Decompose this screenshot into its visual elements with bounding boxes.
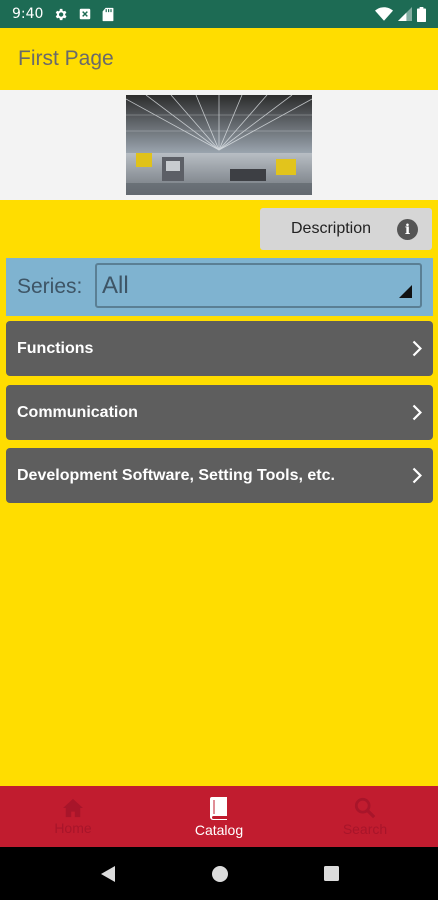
recents-icon[interactable] xyxy=(323,866,339,881)
description-button[interactable]: Description i xyxy=(260,208,432,250)
battery-icon xyxy=(417,6,426,22)
series-label: Series: xyxy=(17,275,83,298)
nav-search-label: Search xyxy=(342,820,388,837)
search-icon xyxy=(354,797,376,818)
screenshot-icon xyxy=(78,7,92,21)
chevron-right-icon xyxy=(412,404,422,421)
nav-search[interactable]: Search xyxy=(292,786,438,847)
chevron-right-icon xyxy=(412,340,422,357)
menu-item-development-software[interactable]: Development Software, Setting Tools, etc… xyxy=(6,448,433,503)
home-circle-icon[interactable] xyxy=(211,865,228,882)
menu-item-functions[interactable]: Functions xyxy=(6,321,433,376)
status-bar: 9:40 xyxy=(0,0,438,28)
sd-card-icon xyxy=(102,7,114,22)
series-dropdown[interactable]: All xyxy=(95,263,422,308)
wifi-icon xyxy=(375,7,393,21)
series-selected-value: All xyxy=(102,271,129,299)
book-icon xyxy=(210,796,227,820)
menu-item-label: Development Software, Setting Tools, etc… xyxy=(17,466,335,484)
series-filter: Series: All xyxy=(6,258,433,316)
info-icon: i xyxy=(397,219,418,240)
dropdown-triangle-icon xyxy=(399,285,412,298)
settings-gear-icon xyxy=(53,7,68,22)
app-bar: First Page xyxy=(0,28,438,90)
hero-banner xyxy=(0,90,438,200)
chevron-right-icon xyxy=(412,467,422,484)
back-icon[interactable] xyxy=(100,865,116,883)
nav-home[interactable]: Home xyxy=(0,786,146,847)
signal-icon xyxy=(398,7,412,21)
system-navigation-bar xyxy=(0,847,438,900)
menu-item-communication[interactable]: Communication xyxy=(6,385,433,440)
page-title: First Page xyxy=(18,47,114,70)
nav-home-label: Home xyxy=(54,819,92,836)
bottom-navigation: Home Catalog Search xyxy=(0,786,438,847)
menu-item-label: Functions xyxy=(17,339,94,357)
status-time: 9:40 xyxy=(12,6,44,22)
nav-catalog[interactable]: Catalog xyxy=(146,786,292,847)
factory-floor-photo xyxy=(126,95,312,195)
home-icon xyxy=(63,798,83,817)
description-label: Description xyxy=(291,220,372,237)
nav-catalog-label: Catalog xyxy=(194,821,244,838)
menu-item-label: Communication xyxy=(17,403,138,421)
